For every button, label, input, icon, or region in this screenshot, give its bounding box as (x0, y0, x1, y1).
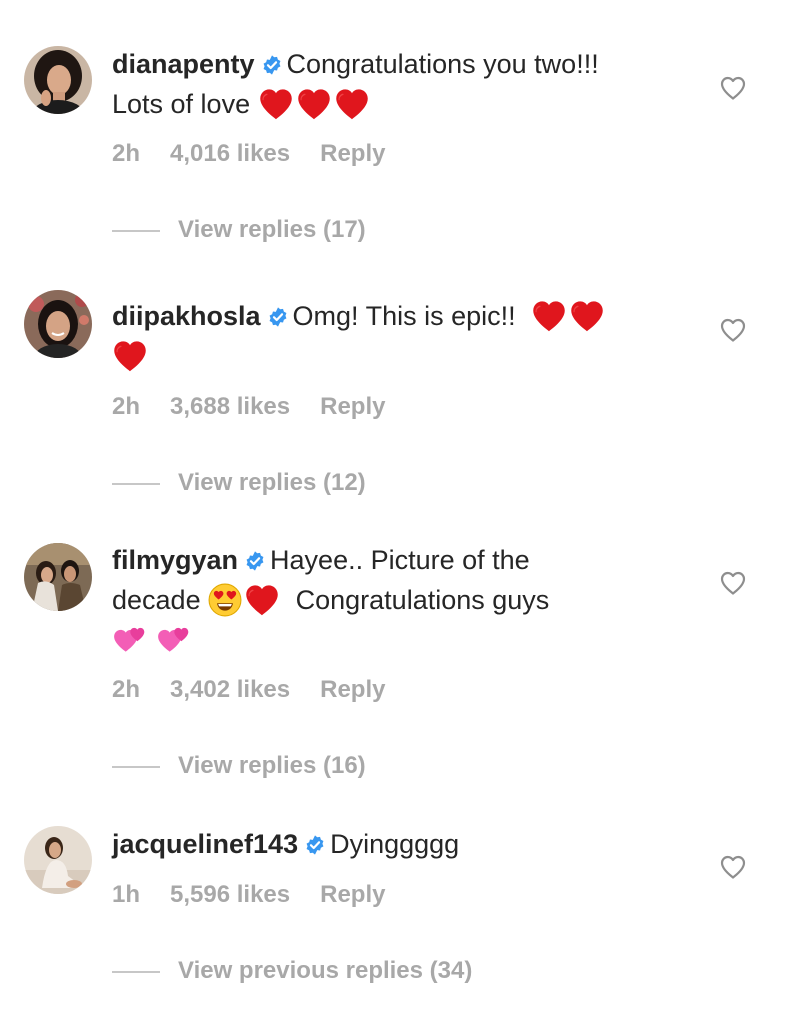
red-heart-emoji (531, 299, 567, 333)
comment-likes[interactable]: 5,596 likes (170, 881, 290, 908)
view-replies-button[interactable]: View replies (17) (112, 216, 366, 244)
avatar[interactable] (24, 826, 92, 894)
reply-button[interactable]: Reply (320, 676, 385, 703)
comment-body-line2b: Congratulations guys (295, 585, 550, 615)
comment-text: filmygyan Hayee.. Picture of the decade C… (112, 540, 692, 660)
comment-body: Congratulations you two!!! (286, 49, 599, 79)
reply-button[interactable]: Reply (320, 393, 385, 420)
comment-username[interactable]: filmygyan (112, 545, 238, 575)
red-heart-emoji (569, 299, 605, 333)
comment-likes[interactable]: 3,402 likes (170, 676, 290, 703)
red-heart-emoji (258, 87, 294, 121)
comment-body-line2: Lots of love (112, 89, 251, 119)
two-hearts-emoji (156, 623, 192, 657)
verified-badge-icon (304, 834, 326, 856)
comment-username[interactable]: jacquelinef143 (112, 829, 298, 859)
comment-likes[interactable]: 3,688 likes (170, 393, 290, 420)
avatar[interactable] (24, 46, 92, 114)
comment-text: dianapenty Congratulations you two!!! Lot… (112, 44, 692, 124)
heart-outline-icon[interactable] (719, 316, 747, 344)
heart-outline-icon[interactable] (719, 74, 747, 102)
comment-time: 1h (112, 881, 141, 908)
comment-likes[interactable]: 4,016 likes (170, 140, 290, 167)
comment-username[interactable]: diipakhosla (112, 301, 261, 331)
avatar[interactable] (24, 290, 92, 358)
view-replies-label: View replies (16) (178, 752, 366, 779)
verified-badge-icon (267, 306, 289, 328)
comment-meta: 2h 3,402 likes Reply (112, 676, 415, 704)
comment-meta: 1h 5,596 likes Reply (112, 881, 415, 909)
view-replies-button[interactable]: View replies (12) (112, 469, 366, 497)
comment-time: 2h (112, 676, 141, 703)
heart-eyes-emoji (208, 583, 242, 617)
comment-body-line2: decade (112, 585, 201, 615)
heart-outline-icon[interactable] (719, 853, 747, 881)
comment-body: Hayee.. Picture of the (270, 545, 530, 575)
red-heart-emoji (334, 87, 370, 121)
replies-divider (112, 970, 160, 973)
comment-time: 2h (112, 393, 141, 420)
reply-button[interactable]: Reply (320, 881, 385, 908)
view-replies-button[interactable]: View replies (16) (112, 752, 366, 780)
comment-time: 2h (112, 140, 141, 167)
comment-body: Dyinggggg (330, 829, 460, 859)
comment-body: Omg! This is epic!! (292, 301, 516, 331)
replies-divider (112, 229, 160, 232)
view-replies-label: View previous replies (34) (178, 957, 473, 984)
comment-username[interactable]: dianapenty (112, 49, 255, 79)
heart-outline-icon[interactable] (719, 569, 747, 597)
reply-button[interactable]: Reply (320, 140, 385, 167)
comment-text: diipakhosla Omg! This is epic!! (112, 296, 692, 376)
red-heart-emoji (296, 87, 332, 121)
replies-divider (112, 765, 160, 768)
red-heart-emoji (112, 339, 148, 373)
two-hearts-emoji (112, 623, 148, 657)
view-replies-label: View replies (17) (178, 216, 366, 243)
view-replies-label: View replies (12) (178, 469, 366, 496)
verified-badge-icon (244, 550, 266, 572)
comment-meta: 2h 3,688 likes Reply (112, 393, 415, 421)
replies-divider (112, 482, 160, 485)
comment-text: jacquelinef143 Dyinggggg (112, 824, 692, 864)
avatar[interactable] (24, 543, 92, 611)
red-heart-emoji (244, 583, 280, 617)
view-previous-replies-button[interactable]: View previous replies (34) (112, 957, 472, 985)
verified-badge-icon (261, 54, 283, 76)
comment-meta: 2h 4,016 likes Reply (112, 140, 415, 168)
